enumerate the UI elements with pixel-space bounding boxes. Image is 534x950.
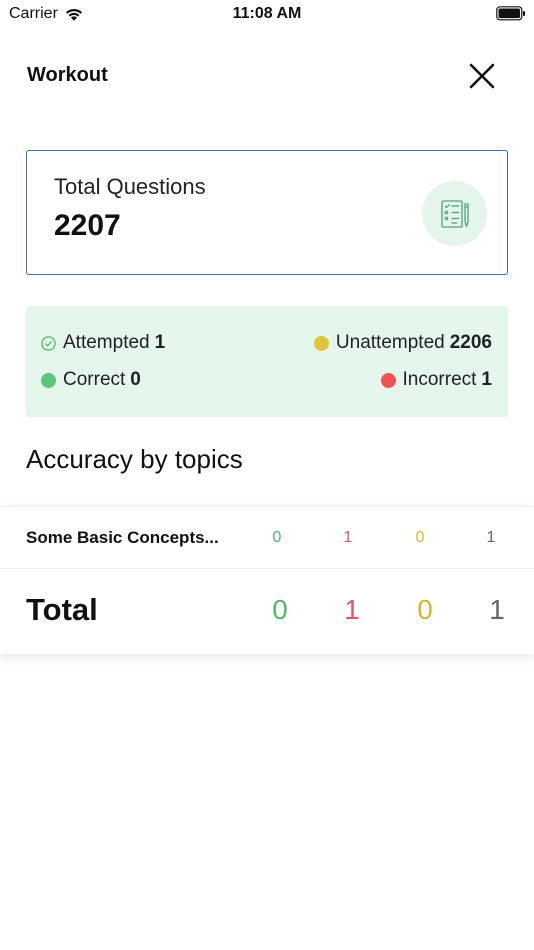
correct-stat: Correct 0 xyxy=(41,369,141,391)
green-dot-icon xyxy=(41,372,56,388)
attempted-value: 1 xyxy=(154,332,166,353)
correct-label: Correct xyxy=(63,369,126,390)
total-unattempted-count: 0 xyxy=(417,594,433,625)
status-time: 11:08 AM xyxy=(232,5,302,22)
total-questions-label: Total Questions xyxy=(54,174,206,199)
total-questions-value: 2207 xyxy=(54,209,121,242)
total-attempted-count: 1 xyxy=(489,594,505,625)
unattempted-stat: Unattempted 2206 xyxy=(313,332,492,354)
total-incorrect-count: 1 xyxy=(344,594,360,625)
topic-correct-count: 0 xyxy=(272,529,282,546)
total-questions-card: Total Questions 2207 xyxy=(26,150,508,275)
attempted-label: Attempted xyxy=(63,332,150,353)
total-row: Total 0 1 0 1 xyxy=(0,569,534,655)
total-correct-count: 0 xyxy=(272,594,288,625)
incorrect-label: Incorrect xyxy=(402,369,477,390)
topic-attempted-count: 1 xyxy=(486,529,496,546)
yellow-dot-icon xyxy=(313,335,329,351)
topic-row[interactable]: Some Basic Concepts... 0 1 0 1 xyxy=(0,507,534,569)
correct-value: 0 xyxy=(130,369,141,390)
incorrect-stat: Incorrect 1 xyxy=(380,369,492,391)
check-circle-icon xyxy=(41,335,56,351)
accuracy-table: Some Basic Concepts... 0 1 0 1 Total 0 1… xyxy=(0,506,534,654)
status-bar: Carrier 11:08 AM xyxy=(0,0,534,30)
accuracy-section-title: Accuracy by topics xyxy=(26,444,243,474)
question-stats-panel: Attempted 1 Unattempted 2206 Correct 0 I… xyxy=(26,306,508,417)
topic-name: Some Basic Concepts... xyxy=(26,528,219,547)
close-button[interactable] xyxy=(466,60,498,92)
incorrect-value: 1 xyxy=(481,369,492,390)
checklist-icon xyxy=(440,199,469,228)
attempted-stat: Attempted 1 xyxy=(41,332,165,354)
total-row-label: Total xyxy=(26,592,98,627)
red-dot-icon xyxy=(380,372,396,388)
checklist-icon-badge xyxy=(422,181,487,246)
unattempted-label: Unattempted xyxy=(335,332,445,353)
page-title: Workout xyxy=(27,64,108,86)
battery-icon xyxy=(496,6,525,21)
topic-incorrect-count: 1 xyxy=(343,529,353,546)
close-icon xyxy=(469,63,495,89)
topic-unattempted-count: 0 xyxy=(415,529,425,546)
unattempted-value: 2206 xyxy=(449,332,492,353)
